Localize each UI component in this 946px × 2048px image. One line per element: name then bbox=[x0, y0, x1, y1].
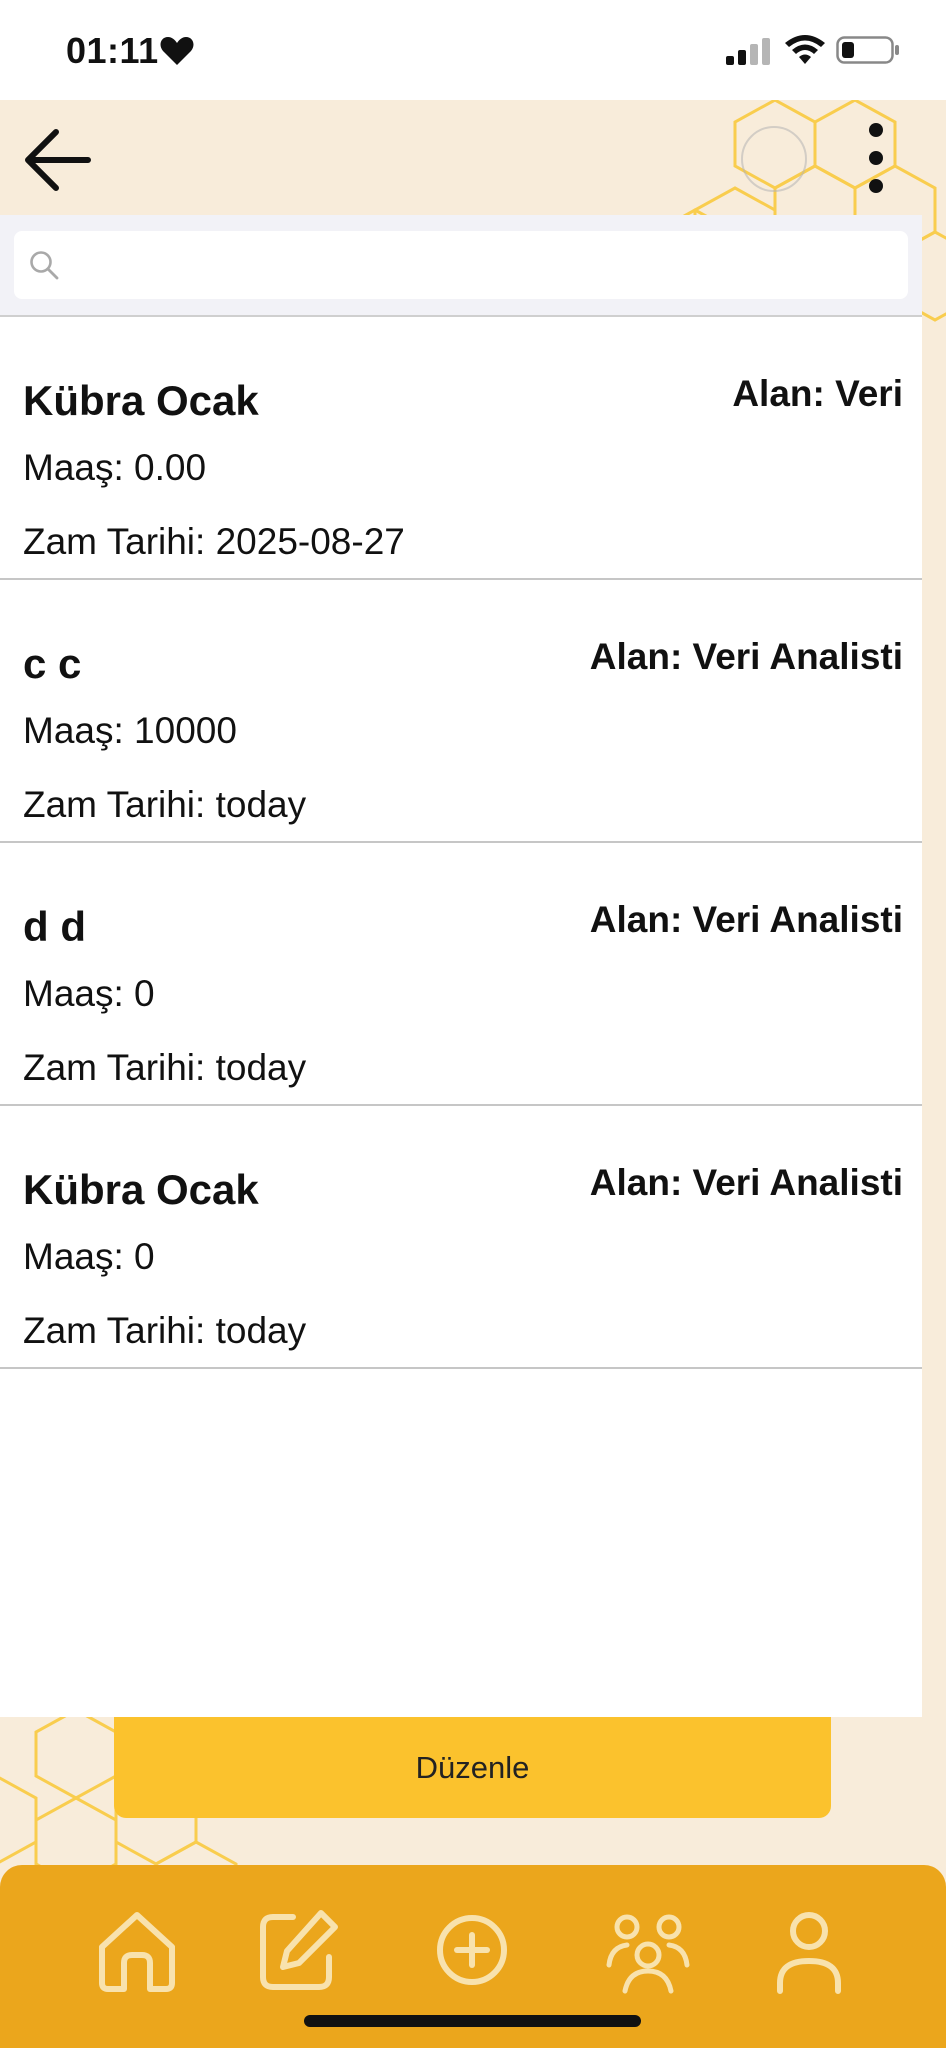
loading-indicator bbox=[741, 126, 807, 192]
heart-icon bbox=[160, 37, 194, 65]
home-indicator bbox=[304, 2015, 641, 2027]
status-bar: 01:11 bbox=[0, 0, 946, 100]
employee-salary: Maaş: 0.00 bbox=[23, 447, 207, 488]
list-item[interactable]: d d Alan: Veri Analisti Maaş: 0 Zam Tari… bbox=[0, 843, 922, 1106]
battery-icon bbox=[836, 36, 899, 64]
employee-area: Alan: Veri Analisti bbox=[589, 899, 903, 940]
list-item[interactable]: Kübra Ocak Alan: Veri Maaş: 0.00 Zam Tar… bbox=[0, 317, 922, 580]
employee-raise-date: Zam Tarihi: today bbox=[23, 784, 307, 825]
team-icon[interactable] bbox=[603, 1905, 693, 1995]
employee-area: Alan: Veri bbox=[732, 373, 903, 414]
back-arrow-icon[interactable] bbox=[14, 120, 100, 200]
employee-area: Alan: Veri Analisti bbox=[589, 1162, 903, 1203]
employee-name: d d bbox=[23, 903, 86, 950]
list-item[interactable]: Kübra Ocak Alan: Veri Analisti Maaş: 0 Z… bbox=[0, 1106, 922, 1369]
employee-list-panel: Kübra Ocak Alan: Veri Maaş: 0.00 Zam Tar… bbox=[0, 215, 922, 1717]
search-bar bbox=[0, 215, 922, 317]
employee-salary: Maaş: 10000 bbox=[23, 710, 237, 751]
more-options-icon[interactable] bbox=[856, 118, 896, 198]
employee-raise-date: Zam Tarihi: today bbox=[23, 1310, 307, 1351]
employee-salary: Maaş: 0 bbox=[23, 1236, 155, 1277]
employee-raise-date: Zam Tarihi: 2025-08-27 bbox=[23, 521, 405, 562]
search-icon bbox=[30, 251, 59, 280]
search-input[interactable] bbox=[70, 231, 894, 301]
signal-icon bbox=[726, 38, 770, 65]
employee-area: Alan: Veri Analisti bbox=[589, 636, 903, 677]
employee-salary: Maaş: 0 bbox=[23, 973, 155, 1014]
home-icon[interactable] bbox=[92, 1905, 182, 1995]
employee-name: Kübra Ocak bbox=[23, 1166, 259, 1213]
employee-list: Kübra Ocak Alan: Veri Maaş: 0.00 Zam Tar… bbox=[0, 317, 922, 1369]
employee-raise-date: Zam Tarihi: today bbox=[23, 1047, 307, 1088]
list-item[interactable]: c c Alan: Veri Analisti Maaş: 10000 Zam … bbox=[0, 580, 922, 843]
employee-name: Kübra Ocak bbox=[23, 377, 259, 424]
wifi-icon bbox=[785, 35, 825, 64]
search-box[interactable] bbox=[14, 231, 908, 301]
add-icon[interactable] bbox=[427, 1905, 517, 1995]
employee-name: c c bbox=[23, 640, 82, 687]
profile-icon[interactable] bbox=[764, 1905, 854, 1995]
status-time: 01:11 bbox=[66, 30, 159, 71]
edit-icon[interactable] bbox=[253, 1905, 343, 1995]
edit-button[interactable]: Düzenle bbox=[114, 1717, 831, 1818]
